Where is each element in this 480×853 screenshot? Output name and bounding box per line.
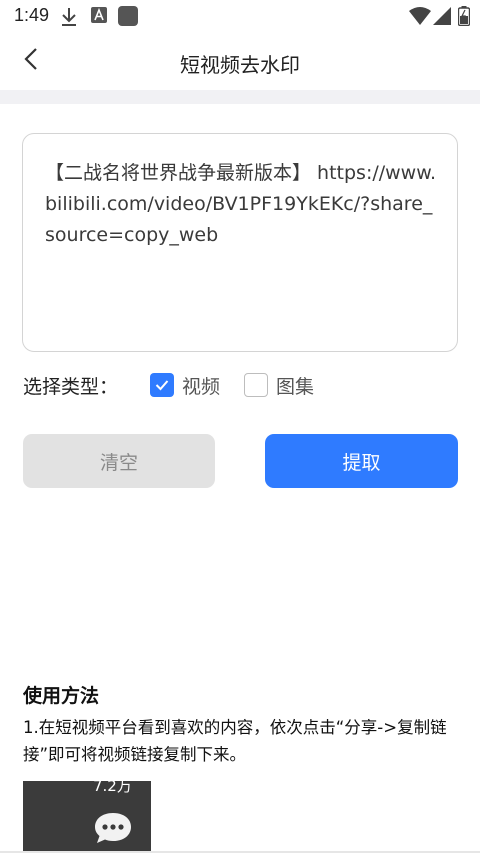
signal-icon <box>433 7 451 29</box>
option-gallery[interactable]: 图集 <box>244 372 314 398</box>
wifi-icon <box>409 7 431 29</box>
url-input-value: 【二战名将世界战争最新版本】 https://www.bilibili.com/… <box>45 162 437 246</box>
header-divider <box>0 90 480 104</box>
square-icon <box>118 6 138 30</box>
a-icon <box>91 7 107 27</box>
page-title: 短视频去水印 <box>180 53 300 77</box>
option-video-label: 视频 <box>182 375 221 398</box>
usage-title: 使用方法 <box>23 685 100 707</box>
battery-icon <box>457 6 471 30</box>
option-gallery-label: 图集 <box>276 375 315 398</box>
url-input[interactable]: 【二战名将世界战争最新版本】 https://www.bilibili.com/… <box>22 133 458 352</box>
usage-step-1: 1.在短视频平台看到喜欢的内容，依次点击“分享->复制链接”即可将视频链接复制下… <box>23 718 447 764</box>
type-selector: 选择类型： 视频 图集 <box>23 370 463 400</box>
preview-count: 7.2万 <box>93 781 132 795</box>
title-bar: 短视频去水印 <box>0 32 480 90</box>
type-label: 选择类型： <box>23 376 119 398</box>
comment-bubble-icon <box>93 811 133 845</box>
tutorial-image: 7.2万 <box>23 781 151 853</box>
option-video[interactable]: 视频 <box>150 372 220 398</box>
check-icon <box>155 380 169 391</box>
download-icon <box>60 7 78 31</box>
gallery-checkbox[interactable] <box>244 373 268 397</box>
clear-button[interactable]: 清空 <box>23 434 215 488</box>
status-time: 1:49 <box>14 5 50 25</box>
status-bar: 1:49 <box>0 0 480 32</box>
extract-button[interactable]: 提取 <box>265 434 458 488</box>
video-checkbox[interactable] <box>150 373 174 397</box>
